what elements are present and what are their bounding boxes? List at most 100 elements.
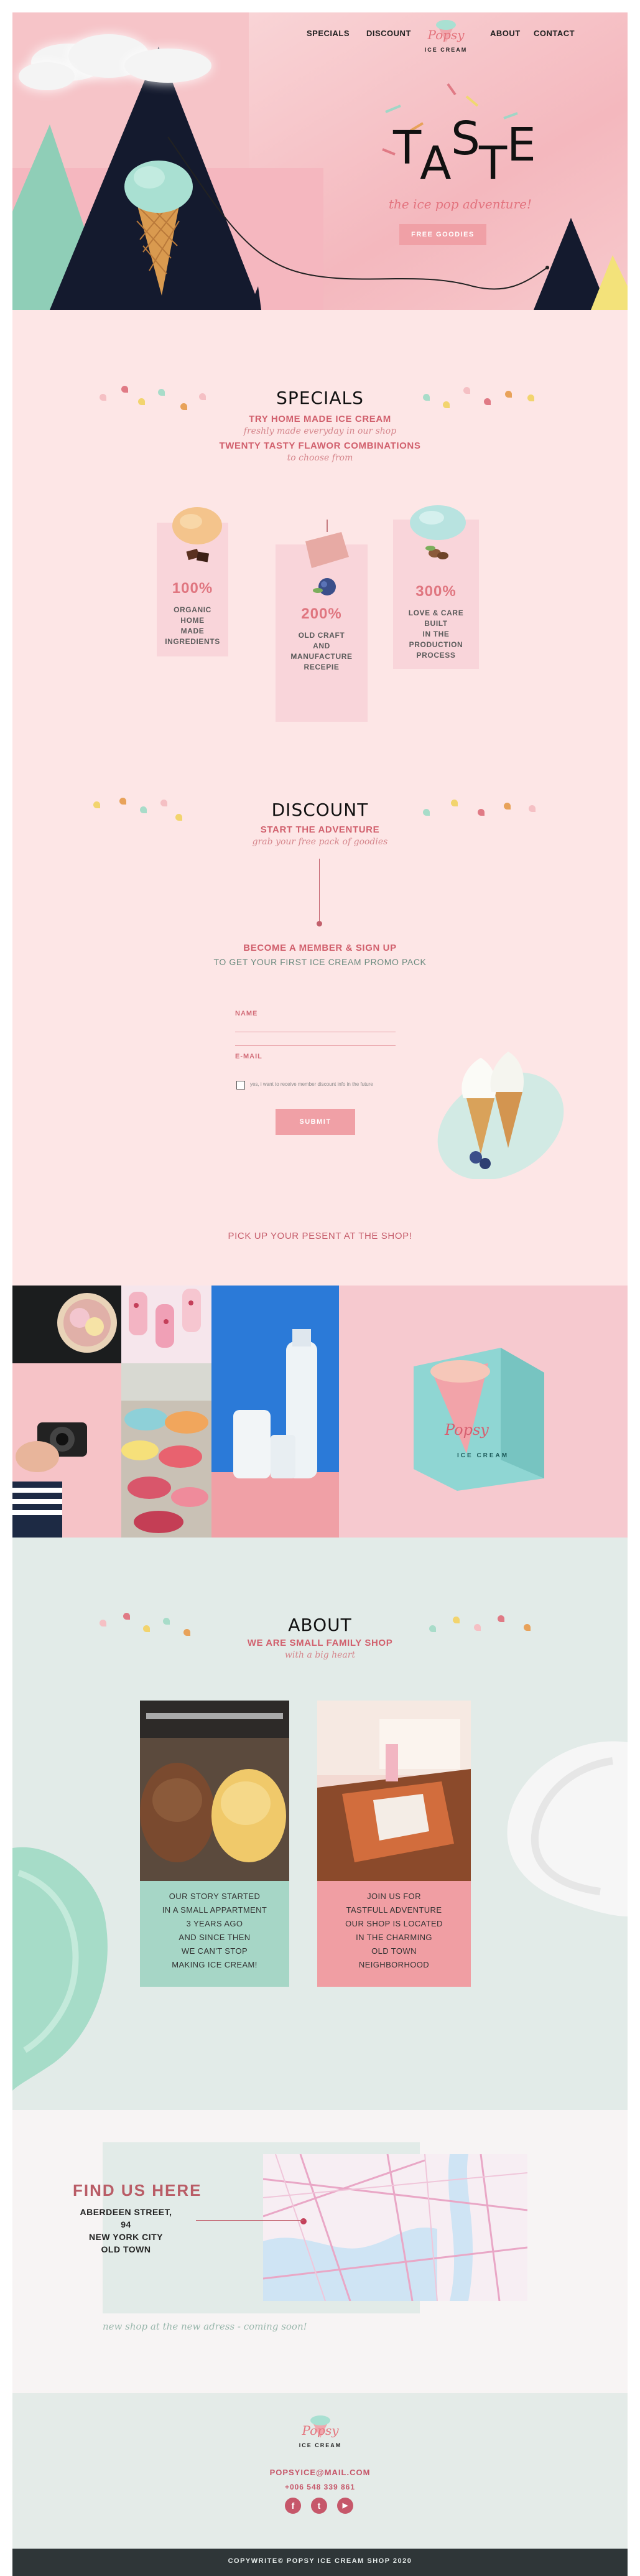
about-photo-shop [317,1701,471,1881]
name-field[interactable] [235,1017,396,1032]
nav-contact[interactable]: CONTACT [534,29,575,38]
gallery-tile-display [121,1363,211,1538]
about-text-line: WE CAN'T STOP [181,1946,248,1956]
discount-script1: grab your free pack of goodies [252,837,388,847]
about-line1: WE ARE SMALL FAMILY SHOP [247,1638,393,1648]
copyright-text: COPYWRITE© POPSY ICE CREAM SHOP 2020 [228,2557,412,2565]
special-card-line: ORGANIC [174,605,211,614]
special-card: 300% LOVE & CARE BUILT IN THE PRODUCTION… [393,505,479,669]
submit-button[interactable]: SUBMIT [276,1109,355,1135]
special-card: 200% OLD CRAFT AND MANUFACTURE RECEPIE [276,520,368,722]
hero: SPECIALS DISCOUNT ABOUT CONTACT Popsy IC… [12,12,628,310]
shop-interior-icon [317,1701,471,1881]
page: SPECIALS DISCOUNT ABOUT CONTACT Popsy IC… [0,0,640,2576]
facebook-icon[interactable]: f [285,2498,301,2514]
craft-tag-icon [305,520,349,595]
special-card-line: PROCESS [416,651,456,660]
address-connector-line [196,2220,304,2221]
footer-logo-word: Popsy [302,2423,339,2438]
about-text-line: MAKING ICE CREAM! [172,1960,257,1969]
specials-script1: freshly made everyday in our shop [243,426,397,436]
footer-email-link[interactable]: POPSYICE@MAIL.COM [0,2468,640,2477]
discount-divider-line [319,859,320,922]
address: ABERDEEN STREET, 94 NEW YORK CITY OLD TO… [75,2206,177,2256]
special-card-text: OLD CRAFT AND MANUFACTURE RECEPIE [276,630,368,673]
specials-script2: to choose from [287,453,353,463]
camera-hand-icon [12,1422,87,1538]
gallery-tile-camera [12,1363,121,1538]
footer-phone: +006 548 339 861 [284,2483,356,2491]
about-text-line: OUR SHOP IS LOCATED [345,1919,443,1928]
about-text-line: IN A SMALL APPARTMENT [162,1905,267,1915]
gallery-tile-bowl [12,1286,121,1363]
email-label: E-MAIL [235,1053,262,1060]
taste-letter: S [451,112,480,166]
discount-title: DISCOUNT [271,800,369,820]
name-label: NAME [235,1010,258,1017]
nav-discount[interactable]: DISCOUNT [366,29,411,38]
logo-word: Popsy [427,27,465,42]
discount-checkbox-label: yes, i want to receive member discount i… [250,1081,373,1087]
logo[interactable]: Popsy ICE CREAM [418,19,474,62]
nav-specials[interactable]: SPECIALS [307,29,350,38]
special-card-text: LOVE & CARE BUILT IN THE PRODUCTION PROC… [393,608,479,661]
special-card-line: MANUFACTURE [290,652,353,661]
ice-cream-box-icon [414,1348,544,1491]
email-field-underline [235,1045,396,1046]
about-text-line: JOIN US FOR [367,1892,421,1901]
ice-cream-bowl-icon [57,1293,117,1353]
youtube-icon[interactable]: ▶ [337,2498,353,2514]
specials-line1: TRY HOME MADE ICE CREAM [249,414,391,424]
popsicles-icon [129,1289,201,1348]
special-card: 100% ORGANIC HOME MADE INGREDIENTS [157,507,228,656]
special-card-line: HOME [180,616,205,625]
ice-cream-tray-icon [140,1701,289,1862]
footer-logo-subtitle: ICE CREAM [299,2442,342,2448]
box-logo-subtitle: ICE CREAM [457,1452,509,1459]
special-card-line: AND [313,642,330,650]
signup-subtitle: TO GET YOUR FIRST ICE CREAM PROMO PACK [213,957,427,967]
footer-logo[interactable]: Popsy ICE CREAM [292,2414,348,2458]
special-card-line: MADE [180,627,205,635]
nav-about[interactable]: ABOUT [490,29,521,38]
special-card-line: RECEPIE [304,663,340,671]
caramel-scoop-icon [172,507,222,562]
specials-title: SPECIALS [276,388,364,408]
cloud-icon [124,49,211,83]
specials-line2: TWENTY TASTY FLAWOR COMBINATIONS [219,441,421,451]
milk-bottles-icon [211,1329,339,1538]
special-card-text: ORGANIC HOME MADE INGREDIENTS [157,605,228,647]
special-card-line: IN THE [422,630,450,638]
discount-divider-dot [317,921,322,926]
about-text-line: IN THE CHARMING [356,1933,432,1942]
about-text-line: NEIGHBORHOOD [358,1960,430,1969]
special-card-line: LOVE & CARE [408,609,464,617]
ice-cream-cone-icon [124,161,193,296]
gallery-tile-box: Popsy ICE CREAM [339,1286,628,1538]
box-logo-word: Popsy [445,1421,489,1439]
about-text-line: OLD TOWN [371,1946,417,1956]
taste-letter: T [393,121,422,175]
about-title: ABOUT [288,1615,352,1635]
discount-line1: START THE ADVENTURE [260,824,380,835]
address-line: ABERDEEN STREET, 94 [80,2207,172,2229]
special-card-percent: 300% [415,583,457,600]
mint-smear-icon [12,1847,108,2091]
cloud-icon [19,62,75,90]
address-line: OLD TOWN [101,2244,151,2254]
twitter-icon[interactable]: t [311,2498,327,2514]
about-text-line: 3 YEARS AGO [186,1919,243,1928]
copyright-bar: COPYWRITE© POPSY ICE CREAM SHOP 2020 [12,2549,628,2576]
taste-letter: T [479,137,508,190]
discount-checkbox[interactable] [236,1081,245,1090]
about-text-line: AND SINCE THEN [179,1933,251,1942]
about-script1: with a big heart [284,1650,356,1660]
taste-letter: A [420,137,452,190]
hero-tagline: the ice pop adventure! [389,197,532,212]
mint-scoop-icon [410,505,466,559]
free-goodies-button[interactable]: FREE GOODIES [399,224,486,245]
logo-subtitle: ICE CREAM [424,47,468,53]
gallery-tile-milk [211,1286,339,1538]
signup-title: BECOME A MEMBER & SIGN UP [243,943,397,953]
cones-illustration [437,1052,564,1179]
